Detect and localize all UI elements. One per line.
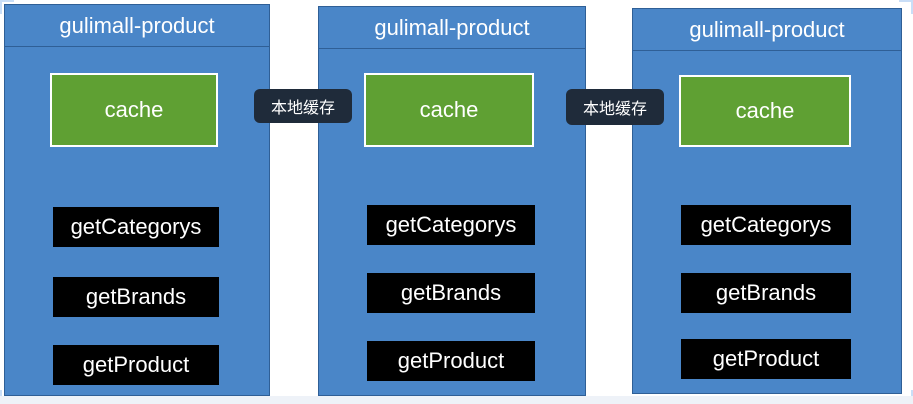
method-getcategorys: getCategorys (53, 207, 219, 247)
cache-box: cache (364, 73, 534, 147)
method-getcategorys: getCategorys (367, 205, 535, 245)
bottom-strip (0, 396, 913, 404)
diagram-canvas: gulimall-product cache getCategorys getB… (0, 0, 913, 404)
local-cache-label: 本地缓存 (254, 89, 352, 123)
local-cache-label: 本地缓存 (566, 89, 664, 125)
cache-box: cache (679, 75, 851, 147)
service-box-1: gulimall-product cache getCategorys getB… (4, 4, 270, 396)
cache-box: cache (50, 73, 218, 147)
method-getcategorys: getCategorys (681, 205, 851, 245)
method-getbrands: getBrands (53, 277, 219, 317)
service-title: gulimall-product (319, 7, 585, 49)
service-box-3: gulimall-product cache getCategorys getB… (632, 8, 902, 394)
method-getbrands: getBrands (681, 273, 851, 313)
method-getbrands: getBrands (367, 273, 535, 313)
service-title: gulimall-product (5, 5, 269, 47)
service-box-2: gulimall-product cache getCategorys getB… (318, 6, 586, 396)
method-getproduct: getProduct (367, 341, 535, 381)
service-title: gulimall-product (633, 9, 901, 51)
method-getproduct: getProduct (53, 345, 219, 385)
method-getproduct: getProduct (681, 339, 851, 379)
